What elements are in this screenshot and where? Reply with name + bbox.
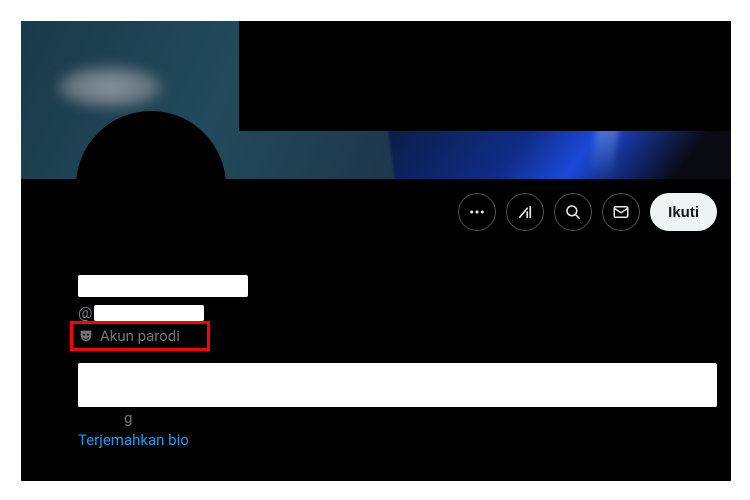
parody-label-text: Akun parodi — [100, 326, 180, 346]
handle-row: @ — [78, 303, 248, 322]
message-button[interactable] — [602, 193, 640, 231]
translate-bio-link[interactable]: Terjemahkan bio — [78, 431, 189, 449]
profile-identity: @ Akun parodi — [78, 275, 248, 346]
profile-frame: Ikuti @ Akun parodi g Terjemahkan bio — [21, 21, 731, 481]
more-icon — [468, 203, 486, 221]
parody-label-row[interactable]: Akun parodi — [78, 326, 248, 346]
follow-button[interactable]: Ikuti — [650, 193, 717, 231]
bio-redacted — [78, 363, 717, 407]
grok-icon — [516, 203, 534, 221]
search-icon — [564, 203, 582, 221]
message-icon — [612, 203, 630, 221]
search-button[interactable] — [554, 193, 592, 231]
more-button[interactable] — [458, 193, 496, 231]
profile-actions: Ikuti — [458, 193, 717, 231]
handle-redacted — [94, 305, 204, 321]
handle-prefix: @ — [78, 303, 92, 322]
banner-decoration — [55, 65, 165, 109]
profile-avatar[interactable] — [76, 111, 226, 261]
parody-mask-icon — [78, 328, 94, 344]
redaction-block — [239, 21, 731, 131]
grok-button[interactable] — [506, 193, 544, 231]
display-name-redacted — [78, 275, 248, 297]
profile-bio: g Terjemahkan bio — [78, 363, 717, 449]
bio-tail: g — [78, 409, 717, 427]
